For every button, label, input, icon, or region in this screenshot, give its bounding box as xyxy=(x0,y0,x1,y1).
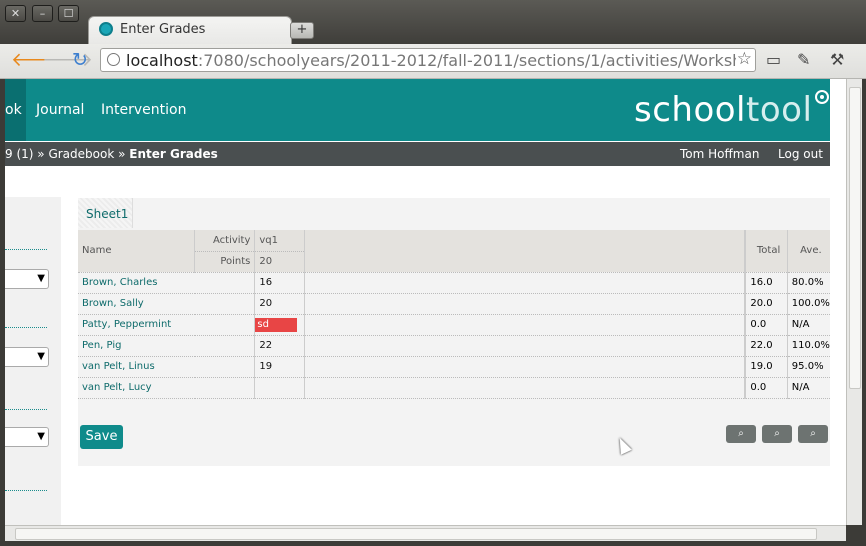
table-row: van Pelt, Lucy 0.0 N/A xyxy=(78,377,830,399)
nav-item-gradebook-active[interactable]: ok xyxy=(5,79,26,141)
browser-tab[interactable]: Enter Grades xyxy=(88,16,292,45)
magnifier-icon: ⌕ xyxy=(810,428,816,439)
maximize-window-button[interactable]: ☐ xyxy=(58,5,79,22)
table-row: Brown, Charles 16 16.0 80.0% xyxy=(78,272,830,294)
scroll-thumb[interactable] xyxy=(849,87,861,389)
logout-link[interactable]: Log out xyxy=(778,147,823,161)
table-row: Brown, Sally 20 20.0 100.0% xyxy=(78,293,830,315)
sidebar-select-3[interactable]: ▼ xyxy=(5,427,49,447)
grade-cell[interactable] xyxy=(254,377,306,399)
close-window-button[interactable]: ✕ xyxy=(5,5,26,22)
column-header-name[interactable]: Name xyxy=(78,230,196,273)
star-icon[interactable]: ☆ xyxy=(737,49,752,69)
grade-cell[interactable]: 16 xyxy=(254,272,306,294)
total-cell: 22.0 xyxy=(745,335,788,357)
schooltool-logo: schooltool xyxy=(634,90,813,130)
schooltool-favicon-icon xyxy=(99,22,113,36)
average-cell: N/A xyxy=(787,377,830,399)
site-header: ok Journal Intervention schooltool xyxy=(5,79,830,141)
minimize-window-button[interactable]: – xyxy=(32,5,53,22)
student-name[interactable]: Pen, Pig xyxy=(78,335,195,357)
sidebar-divider xyxy=(5,327,47,328)
vertical-scrollbar[interactable] xyxy=(846,79,862,525)
sidebar-select-2[interactable]: ▼ xyxy=(5,347,49,367)
breadcrumb: 9 (1) » Gradebook » Enter Grades Tom Hof… xyxy=(5,142,830,166)
total-cell: 20.0 xyxy=(745,293,788,315)
total-cell: 0.0 xyxy=(745,377,788,399)
screen-icon[interactable]: ▭ xyxy=(766,50,781,69)
student-name[interactable]: van Pelt, Lucy xyxy=(78,377,195,399)
table-header-row: Name Activity vq1 Total Ave. xyxy=(78,230,830,273)
total-cell: 19.0 xyxy=(745,356,788,378)
dropdown-arrow-icon: ▼ xyxy=(37,351,45,362)
zoom-in-button[interactable]: ⌕ xyxy=(798,425,828,443)
gradebook-panel: Sheet1 Name Activity vq1 Total Ave. Poin… xyxy=(78,198,830,466)
points-label: Points xyxy=(194,251,256,273)
average-cell: 80.0% xyxy=(787,272,830,294)
table-row: Patty, Peppermint sd 0.0 N/A xyxy=(78,314,830,336)
activity-label: Activity xyxy=(194,230,256,252)
crumb-gradebook[interactable]: Gradebook xyxy=(48,147,114,161)
reload-icon[interactable]: ↻ xyxy=(72,50,88,70)
sidebar-divider xyxy=(5,490,47,491)
logo-mark-icon xyxy=(815,90,829,104)
sidebar-divider xyxy=(5,249,47,250)
browser-toolbar: 🡐 🡒 ↻ localhost:7080/schoolyears/2011-20… xyxy=(0,44,866,79)
activity-points: 20 xyxy=(254,251,306,273)
page-viewport: ok Journal Intervention schooltool 9 (1)… xyxy=(5,79,846,525)
average-cell: 95.0% xyxy=(787,356,830,378)
table-row: van Pelt, Linus 19 19.0 95.0% xyxy=(78,356,830,378)
zoom-out-button[interactable]: ⌕ xyxy=(726,425,756,443)
globe-icon xyxy=(107,53,120,66)
crumb-section[interactable]: 9 (1) xyxy=(5,147,33,161)
nav-intervention[interactable]: Intervention xyxy=(101,102,186,118)
new-tab-button[interactable]: + xyxy=(290,22,314,39)
student-name[interactable]: van Pelt, Linus xyxy=(78,356,195,378)
pin-icon[interactable]: ✎ xyxy=(797,50,810,69)
total-cell: 0.0 xyxy=(745,314,788,336)
wrench-icon[interactable]: ⚒ xyxy=(830,50,844,69)
column-header-total: Total xyxy=(745,230,788,273)
tab-sheet1[interactable]: Sheet1 xyxy=(78,198,133,228)
average-cell: 110.0% xyxy=(787,335,830,357)
scroll-thumb[interactable] xyxy=(15,528,817,540)
grade-cell-invalid[interactable]: sd xyxy=(255,317,298,332)
sidebar-select-1[interactable]: ▼ xyxy=(5,269,49,289)
average-cell: 100.0% xyxy=(787,293,830,315)
grade-cell[interactable]: 19 xyxy=(254,356,306,378)
table-row: Pen, Pig 22 22.0 110.0% xyxy=(78,335,830,357)
total-cell: 16.0 xyxy=(745,272,788,294)
student-name[interactable]: Brown, Charles xyxy=(78,272,195,294)
dropdown-arrow-icon: ▼ xyxy=(37,431,45,442)
column-header-ave: Ave. xyxy=(787,230,830,273)
crumb-current: Enter Grades xyxy=(129,147,218,161)
magnifier-icon: ⌕ xyxy=(774,428,780,439)
window-titlebar: ✕ – ☐ Enter Grades + xyxy=(0,0,866,45)
grade-cell[interactable]: 22 xyxy=(254,335,306,357)
user-name-link[interactable]: Tom Hoffman xyxy=(680,147,759,161)
url-text: localhost:7080/schoolyears/2011-2012/fal… xyxy=(126,51,736,70)
student-name[interactable]: Brown, Sally xyxy=(78,293,195,315)
grade-cell[interactable]: 20 xyxy=(254,293,306,315)
sidebar-divider xyxy=(5,409,47,410)
student-name[interactable]: Patty, Peppermint xyxy=(78,314,195,336)
address-bar[interactable]: localhost:7080/schoolyears/2011-2012/fal… xyxy=(100,48,756,72)
save-button[interactable]: Save xyxy=(80,425,123,449)
sidebar: ▼ ▼ ▼ xyxy=(5,197,61,525)
tab-title: Enter Grades xyxy=(120,22,206,37)
activity-vq1-header[interactable]: vq1 xyxy=(254,230,306,252)
zoom-reset-button[interactable]: ⌕ xyxy=(762,425,792,443)
magnifier-icon: ⌕ xyxy=(738,428,744,439)
horizontal-scrollbar[interactable] xyxy=(5,525,846,541)
nav-journal[interactable]: Journal xyxy=(36,102,84,118)
average-cell: N/A xyxy=(787,314,830,336)
grades-table: Name Activity vq1 Total Ave. Points 20 B… xyxy=(78,230,830,399)
dropdown-arrow-icon: ▼ xyxy=(37,273,45,284)
